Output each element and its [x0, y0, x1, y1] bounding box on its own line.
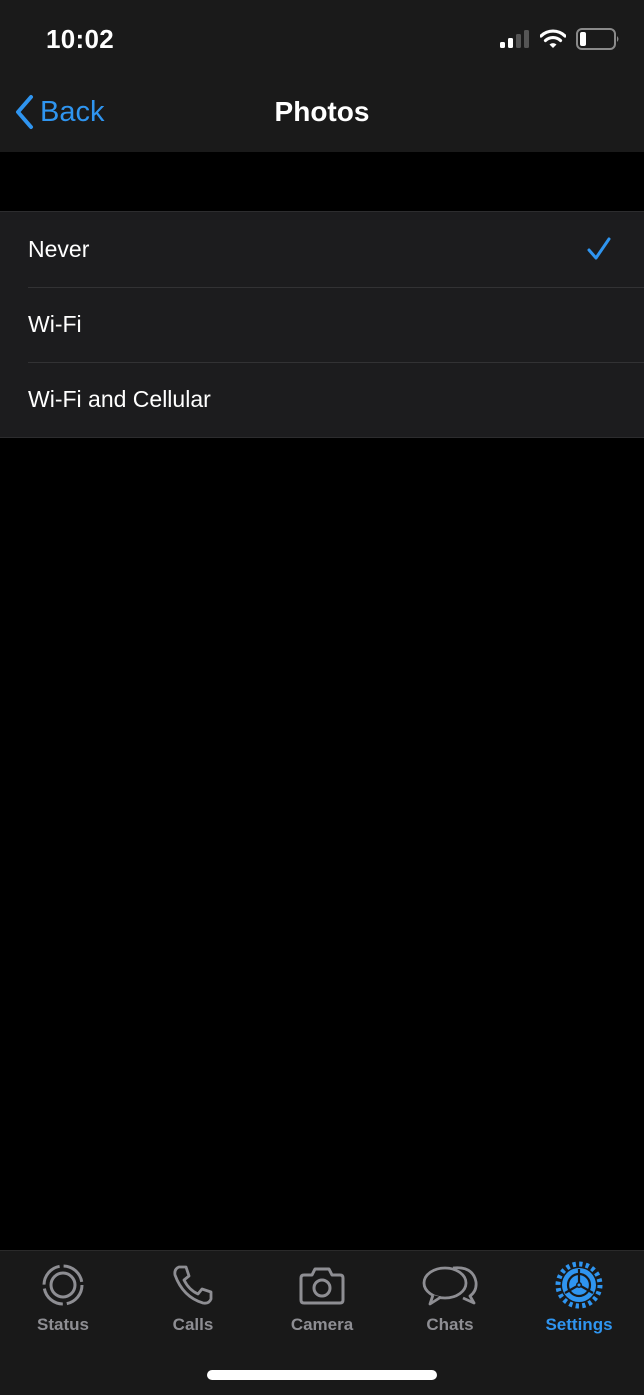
wifi-icon [540, 29, 566, 48]
tab-label: Settings [545, 1315, 613, 1334]
tab-label: Calls [172, 1315, 214, 1334]
cellular-signal-icon [500, 30, 529, 48]
option-wifi-and-cellular[interactable]: Wi-Fi and Cellular [0, 362, 644, 437]
tab-calls[interactable]: Calls [138, 1261, 248, 1335]
checkmark-icon [587, 237, 611, 260]
status-time: 10:02 [46, 24, 114, 54]
status-icon [42, 1264, 84, 1306]
option-wifi[interactable]: Wi-Fi [0, 287, 644, 362]
navigation-bar: Back Photos [0, 80, 644, 152]
page-title: Photos [274, 96, 370, 127]
status-icons [500, 28, 620, 50]
options-list: Never Wi-Fi Wi-Fi and Cellular [0, 211, 644, 438]
phone-icon [173, 1265, 213, 1305]
option-label: Wi-Fi [28, 311, 82, 337]
battery-icon [576, 28, 619, 50]
tab-label: Camera [290, 1315, 354, 1334]
gear-icon [555, 1261, 603, 1309]
home-indicator[interactable] [207, 1370, 437, 1380]
option-label: Wi-Fi and Cellular [28, 386, 211, 412]
tab-camera[interactable]: Camera [267, 1261, 377, 1335]
tab-chats[interactable]: Chats [395, 1261, 505, 1335]
tab-status[interactable]: Status [8, 1261, 118, 1335]
tab-label: Chats [426, 1315, 474, 1334]
tab-label: Status [37, 1315, 89, 1334]
status-bar: 10:02 [0, 0, 644, 80]
option-never[interactable]: Never [0, 212, 644, 287]
option-label: Never [28, 236, 90, 262]
camera-icon [299, 1267, 345, 1305]
chat-bubbles-icon [422, 1266, 478, 1306]
tab-settings[interactable]: Settings [524, 1261, 634, 1335]
